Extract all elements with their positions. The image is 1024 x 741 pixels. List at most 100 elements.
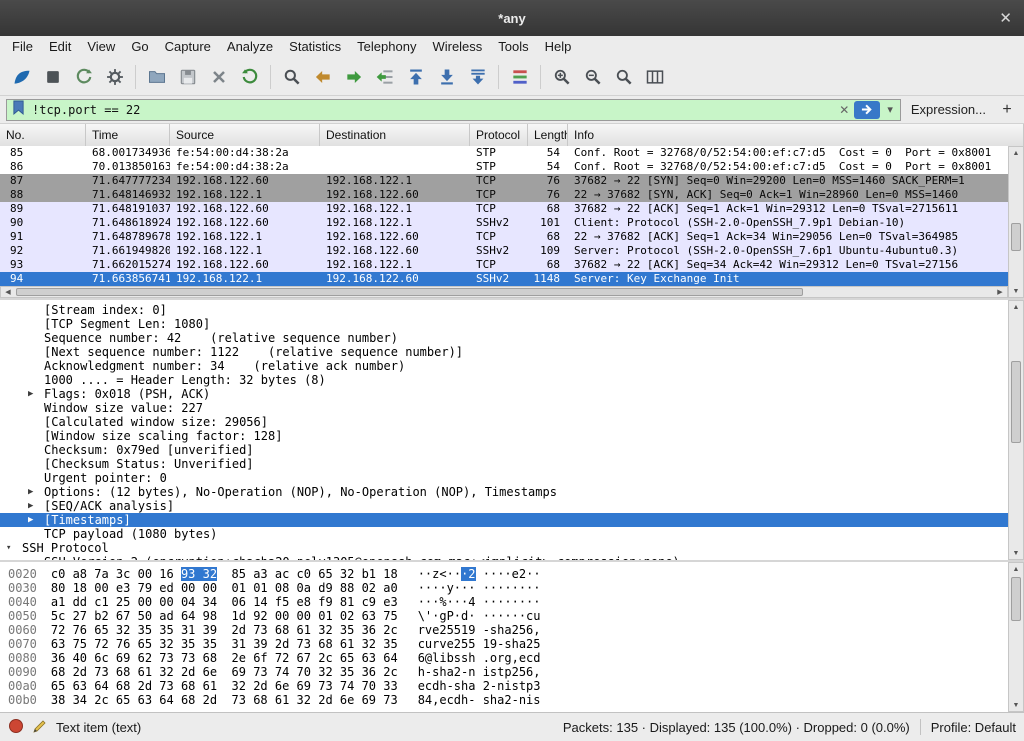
- hex-row-0020[interactable]: 0020c0 a8 7a 3c 00 16 93 32 85 a3 ac c0 …: [8, 567, 1008, 581]
- menu-edit[interactable]: Edit: [41, 36, 79, 58]
- find-packet-button[interactable]: [276, 62, 307, 92]
- detail-line[interactable]: Window size value: 227: [0, 401, 1008, 415]
- go-to-packet-button[interactable]: [369, 62, 400, 92]
- col-header-length[interactable]: Length: [528, 124, 568, 146]
- detail-line[interactable]: ▶Flags: 0x018 (PSH, ACK): [0, 387, 1008, 401]
- packet-row[interactable]: 9471.663856741192.168.122.1192.168.122.6…: [0, 272, 1008, 286]
- detail-line[interactable]: ▾SSH Protocol: [0, 541, 1008, 555]
- col-header-info[interactable]: Info: [568, 124, 1024, 146]
- col-header-protocol[interactable]: Protocol: [470, 124, 528, 146]
- add-filter-button[interactable]: +: [996, 99, 1018, 121]
- scrollbar-thumb[interactable]: [1011, 223, 1021, 251]
- window-close-icon[interactable]: ✕: [999, 0, 1012, 36]
- go-last-packet-button[interactable]: [431, 62, 462, 92]
- packet-row[interactable]: 8568.001734936fe:54:00:d4:38:2aSTP54Conf…: [0, 146, 1008, 160]
- details-vscrollbar[interactable]: ▲ ▼: [1008, 300, 1024, 560]
- hex-row-0070[interactable]: 007063 75 72 76 65 32 35 35 31 39 2d 73 …: [8, 637, 1008, 651]
- hex-row-0090[interactable]: 009068 2d 73 68 61 32 2d 6e 69 73 74 70 …: [8, 665, 1008, 679]
- detail-line[interactable]: [TCP Segment Len: 1080]: [0, 317, 1008, 331]
- stop-capture-button[interactable]: [37, 62, 68, 92]
- detail-line[interactable]: ▶Options: (12 bytes), No-Operation (NOP)…: [0, 485, 1008, 499]
- profile-text[interactable]: Profile: Default: [931, 720, 1016, 735]
- expander-icon[interactable]: ▾: [6, 541, 22, 555]
- restart-capture-button[interactable]: [68, 62, 99, 92]
- go-first-packet-button[interactable]: [400, 62, 431, 92]
- display-filter-input[interactable]: [30, 102, 834, 118]
- detail-line[interactable]: ▶[Timestamps]: [0, 513, 1008, 527]
- expert-info-icon[interactable]: [8, 718, 24, 737]
- zoom-normal-button[interactable]: [608, 62, 639, 92]
- detail-line[interactable]: [Window size scaling factor: 128]: [0, 429, 1008, 443]
- detail-line[interactable]: Checksum: 0x79ed [unverified]: [0, 443, 1008, 457]
- expander-icon[interactable]: ▶: [28, 499, 44, 513]
- detail-line[interactable]: Sequence number: 42 (relative sequence n…: [0, 331, 1008, 345]
- packet-list-vscrollbar[interactable]: ▲ ▼: [1008, 146, 1024, 298]
- hex-row-0040[interactable]: 0040a1 dd c1 25 00 00 04 34 06 14 f5 e8 …: [8, 595, 1008, 609]
- scroll-up-icon[interactable]: ▲: [1009, 301, 1023, 313]
- hex-row-0060[interactable]: 006072 76 65 32 35 35 31 39 2d 73 68 61 …: [8, 623, 1008, 637]
- scroll-left-icon[interactable]: ◀: [1, 287, 15, 297]
- zoom-in-button[interactable]: [546, 62, 577, 92]
- filter-dropdown-icon[interactable]: ▾: [885, 103, 895, 116]
- go-back-button[interactable]: [307, 62, 338, 92]
- colorize-packets-button[interactable]: [504, 62, 535, 92]
- menu-statistics[interactable]: Statistics: [281, 36, 349, 58]
- packet-row[interactable]: 9071.648618924192.168.122.60192.168.122.…: [0, 216, 1008, 230]
- detail-line[interactable]: ▶[SEQ/ACK analysis]: [0, 499, 1008, 513]
- apply-filter-button[interactable]: [854, 101, 880, 119]
- scroll-down-icon[interactable]: ▼: [1009, 699, 1023, 711]
- detail-line[interactable]: TCP payload (1080 bytes): [0, 527, 1008, 541]
- col-header-time[interactable]: Time: [86, 124, 170, 146]
- hex-vscrollbar[interactable]: ▲ ▼: [1008, 562, 1024, 712]
- packet-list-hscrollbar[interactable]: ◀ ▶: [0, 286, 1008, 298]
- menu-file[interactable]: File: [4, 36, 41, 58]
- expander-icon[interactable]: ▶: [28, 387, 44, 401]
- detail-line[interactable]: [Checksum Status: Unverified]: [0, 457, 1008, 471]
- hex-row-0080[interactable]: 008036 40 6c 69 62 73 73 68 2e 6f 72 67 …: [8, 651, 1008, 665]
- menu-go[interactable]: Go: [123, 36, 156, 58]
- bookmark-icon[interactable]: [12, 100, 25, 120]
- menu-wireless[interactable]: Wireless: [424, 36, 490, 58]
- packet-row[interactable]: 9171.648789678192.168.122.1192.168.122.6…: [0, 230, 1008, 244]
- save-file-button[interactable]: [172, 62, 203, 92]
- scroll-up-icon[interactable]: ▲: [1009, 563, 1023, 575]
- scrollbar-thumb[interactable]: [1011, 361, 1021, 443]
- packet-row[interactable]: 8971.648191037192.168.122.60192.168.122.…: [0, 202, 1008, 216]
- start-capture-button[interactable]: [6, 62, 37, 92]
- packet-row[interactable]: 8771.647777234192.168.122.60192.168.122.…: [0, 174, 1008, 188]
- scrollbar-thumb[interactable]: [1011, 577, 1021, 621]
- detail-line[interactable]: Acknowledgment number: 34 (relative ack …: [0, 359, 1008, 373]
- detail-line[interactable]: [Next sequence number: 1122 (relative se…: [0, 345, 1008, 359]
- detail-line[interactable]: [Stream index: 0]: [0, 303, 1008, 317]
- close-file-button[interactable]: [203, 62, 234, 92]
- hex-row-0050[interactable]: 00505c 27 b2 67 50 ad 64 98 1d 92 00 00 …: [8, 609, 1008, 623]
- hex-row-0030[interactable]: 003080 18 00 e3 79 ed 00 00 01 01 08 0a …: [8, 581, 1008, 595]
- expander-icon[interactable]: ▶: [28, 513, 44, 527]
- scroll-down-icon[interactable]: ▼: [1009, 547, 1023, 559]
- detail-line[interactable]: 1000 .... = Header Length: 32 bytes (8): [0, 373, 1008, 387]
- scroll-up-icon[interactable]: ▲: [1009, 147, 1023, 159]
- detail-line[interactable]: [Calculated window size: 29056]: [0, 415, 1008, 429]
- hex-row-00b0[interactable]: 00b038 34 2c 65 63 64 68 2d 73 68 61 32 …: [8, 693, 1008, 707]
- clear-filter-icon[interactable]: ✕: [839, 103, 849, 117]
- menu-help[interactable]: Help: [537, 36, 580, 58]
- col-header-destination[interactable]: Destination: [320, 124, 470, 146]
- reload-button[interactable]: [234, 62, 265, 92]
- menu-view[interactable]: View: [79, 36, 123, 58]
- packet-row[interactable]: 9371.662015274192.168.122.60192.168.122.…: [0, 258, 1008, 272]
- open-file-button[interactable]: [141, 62, 172, 92]
- menu-analyze[interactable]: Analyze: [219, 36, 281, 58]
- packet-row[interactable]: 9271.661949820192.168.122.1192.168.122.6…: [0, 244, 1008, 258]
- zoom-out-button[interactable]: [577, 62, 608, 92]
- expression-button[interactable]: Expression...: [907, 102, 990, 117]
- auto-scroll-button[interactable]: [462, 62, 493, 92]
- menu-telephony[interactable]: Telephony: [349, 36, 424, 58]
- resize-columns-button[interactable]: [639, 62, 670, 92]
- menu-capture[interactable]: Capture: [157, 36, 219, 58]
- packet-row[interactable]: 8871.648146932192.168.122.1192.168.122.6…: [0, 188, 1008, 202]
- scroll-right-icon[interactable]: ▶: [993, 287, 1007, 297]
- capture-comment-icon[interactable]: [32, 718, 48, 737]
- hex-row-00a0[interactable]: 00a065 63 64 68 2d 73 68 61 32 2d 6e 69 …: [8, 679, 1008, 693]
- scrollbar-thumb[interactable]: [16, 288, 803, 296]
- capture-options-button[interactable]: [99, 62, 130, 92]
